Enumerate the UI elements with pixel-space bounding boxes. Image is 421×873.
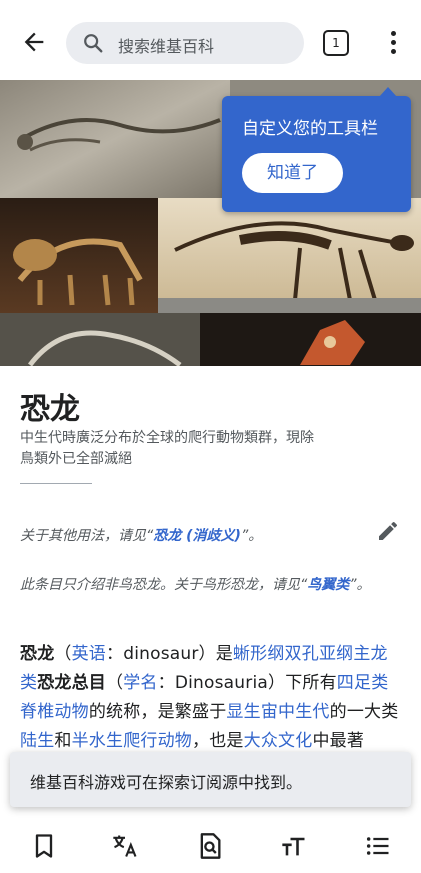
text-size-icon[interactable]	[280, 832, 308, 860]
hatnote-scope: 此条目只介绍非鸟恐龙。关于鸟形恐龙，请见“鸟翼类”。	[20, 573, 390, 597]
more-options-icon[interactable]	[384, 30, 402, 54]
description-line-1: 中生代時廣泛分布於全球的爬行動物類群，現除	[20, 430, 314, 446]
tooltip-message: 自定义您的工具栏	[242, 119, 378, 139]
link-scientific-name[interactable]: 学名	[123, 673, 157, 693]
lead-text: ：dinosaur）是	[106, 644, 233, 664]
search-placeholder: 搜索维基百科	[118, 37, 215, 56]
hatnote2-suffix: ”。	[349, 577, 371, 593]
hatnote2-link[interactable]: 鸟翼类	[307, 577, 349, 593]
snackbar: 维基百科游戏可在探索订阅源中找到。	[10, 752, 411, 807]
lead-text: ：Dinosauria）下所有	[157, 673, 337, 693]
lead-text: 和	[54, 731, 72, 751]
description-line-2: 鳥類外已全部滅絕	[20, 451, 132, 467]
lead-text: （	[106, 673, 124, 693]
contents-icon[interactable]	[364, 832, 392, 860]
bottom-toolbar	[0, 818, 421, 873]
link-popular-culture[interactable]: 大众文化	[244, 731, 313, 751]
hatnote-disambiguation: 关于其他用法，请见“恐龙 (消歧义)”。	[20, 524, 360, 548]
lead-text: （	[54, 644, 72, 664]
lead-text: ，也是	[192, 731, 244, 751]
tabs-count-button[interactable]: 1	[323, 30, 349, 56]
edit-pencil-icon[interactable]	[376, 519, 400, 543]
lead-term: 恐龙	[20, 644, 55, 664]
got-it-button[interactable]: 知道了	[242, 153, 343, 193]
lead-text: 的统称，是繁盛于	[88, 702, 227, 722]
lead-term-superorder: 恐龙总目	[37, 673, 107, 693]
lead-text: 中最著	[312, 731, 365, 751]
hatnote1-link[interactable]: 恐龙 (消歧义)	[153, 528, 241, 544]
find-in-page-icon[interactable]	[196, 832, 224, 860]
article-description: 中生代時廣泛分布於全球的爬行動物類群，現除 鳥類外已全部滅絕	[20, 428, 380, 470]
search-bar[interactable]: 搜索维基百科	[66, 22, 304, 64]
lead-text: 的一大类	[329, 702, 399, 722]
lead-paragraph: 恐龙（英语：dinosaur）是蜥形纲双孔亚纲主龙类恐龙总目（学名：Dinosa…	[20, 640, 400, 756]
bookmark-icon[interactable]	[30, 832, 58, 860]
top-app-bar: 搜索维基百科 1	[0, 0, 421, 80]
link-mesozoic[interactable]: 显生宙中生代	[226, 702, 329, 722]
search-icon	[84, 34, 103, 53]
article-title: 恐龙	[20, 392, 80, 427]
translate-icon[interactable]	[111, 832, 139, 860]
hatnote1-suffix: ”。	[240, 528, 263, 544]
snackbar-message: 维基百科游戏可在探索订阅源中找到。	[30, 773, 303, 792]
link-terrestrial[interactable]: 陆生	[20, 731, 54, 751]
link-semiaquatic-reptile[interactable]: 半水生爬行动物	[72, 731, 192, 751]
hatnote1-prefix: 关于其他用法，请见“	[20, 528, 154, 544]
hatnote2-prefix: 此条目只介绍非鸟恐龙。关于鸟形恐龙，请见“	[20, 577, 308, 593]
link-english[interactable]: 英语	[72, 644, 106, 664]
customize-toolbar-tooltip: 自定义您的工具栏 知道了	[222, 87, 411, 212]
title-divider	[20, 483, 92, 484]
back-arrow-icon[interactable]	[20, 28, 48, 56]
